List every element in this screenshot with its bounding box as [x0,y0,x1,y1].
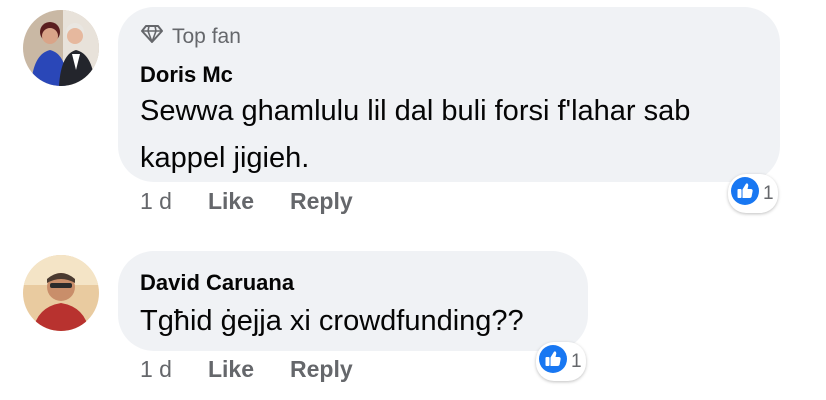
comment-author[interactable]: David Caruana [140,270,294,296]
timestamp[interactable]: 1 d [140,356,172,383]
reaction-summary[interactable]: 1 [536,342,586,381]
diamond-icon [140,24,164,50]
comment-text-line: kappel jigieh. [140,142,310,174]
comment-actions: 1 d Like Reply [140,356,353,383]
reply-button[interactable]: Reply [290,356,353,383]
reaction-count: 1 [763,182,774,204]
timestamp[interactable]: 1 d [140,188,172,215]
comment-actions: 1 d Like Reply [140,188,353,215]
comment-text-line: Tgħid ġejja xi crowdfunding?? [140,305,524,337]
comment-author[interactable]: Doris Mc [140,62,233,88]
comment-text: Sewwa ghamlulu lil dal buli forsi f'laha… [140,88,690,182]
comment-text: Tgħid ġejja xi crowdfunding?? [140,298,524,345]
reaction-summary[interactable]: 1 [728,174,778,213]
reaction-count: 1 [571,350,582,372]
like-button[interactable]: Like [208,188,254,215]
thumbs-up-icon [538,344,568,379]
avatar[interactable] [23,255,99,331]
comment-text-line: Sewwa ghamlulu lil dal buli forsi f'laha… [140,95,691,127]
avatar[interactable] [23,10,99,86]
thumbs-up-icon [730,176,760,211]
reply-button[interactable]: Reply [290,188,353,215]
badge-label: Top fan [172,25,241,48]
like-button[interactable]: Like [208,356,254,383]
top-fan-badge: Top fan [140,24,241,50]
